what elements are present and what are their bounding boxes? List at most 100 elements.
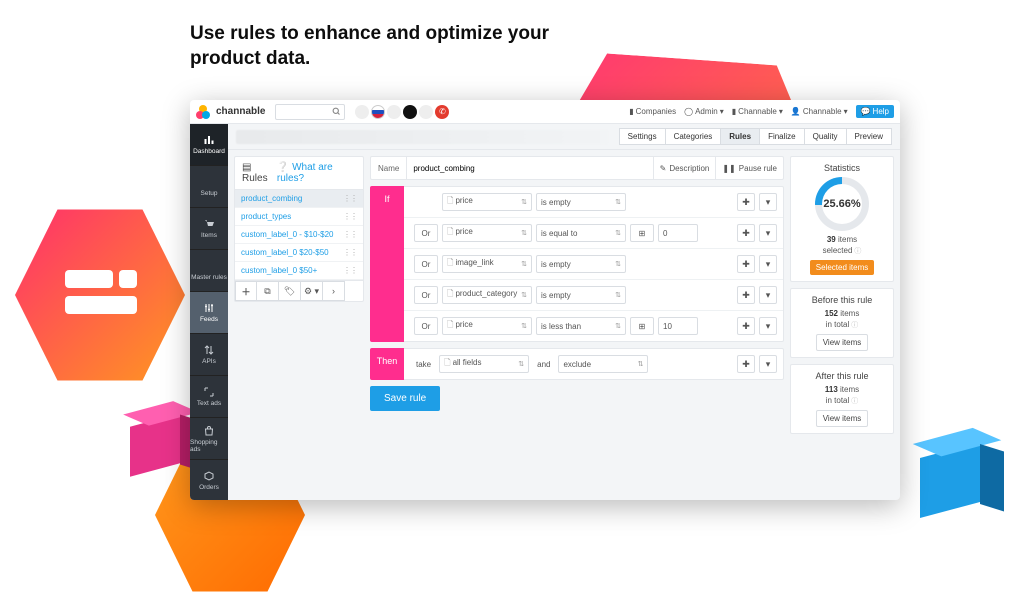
or-chip[interactable]: Or bbox=[414, 255, 438, 273]
sidebar-item-setup[interactable]: Setup bbox=[190, 166, 228, 208]
view-before-items-button[interactable]: View items bbox=[816, 334, 869, 351]
sidebar-label: Dashboard bbox=[193, 148, 225, 155]
what-are-rules-link[interactable]: ❔ What are rules? bbox=[277, 162, 356, 184]
sidebar-label: Orders bbox=[199, 484, 219, 491]
scope-select[interactable]: 🗋all fields⇅ bbox=[439, 355, 529, 373]
rules-title: Rules bbox=[242, 173, 268, 184]
rule-item[interactable]: custom_label_0 $50+⋮⋮ bbox=[235, 262, 363, 280]
description-button[interactable]: ✎ Description bbox=[653, 157, 716, 179]
sidebar-item-dashboard[interactable]: Dashboard bbox=[190, 124, 228, 166]
condition-menu-button[interactable]: ▾ bbox=[759, 317, 777, 335]
operator-select[interactable]: is empty⇅ bbox=[536, 255, 626, 273]
topbar: channable ✆ ▮ Companies ◯ Admin ▾ ▮ Chan… bbox=[190, 100, 900, 124]
field-select[interactable]: 🗋product_category⇅ bbox=[442, 286, 532, 304]
rule-item-label: product_types bbox=[241, 212, 291, 221]
box-icon bbox=[203, 470, 215, 482]
add-condition-button[interactable]: ✚ bbox=[737, 317, 755, 335]
rule-item[interactable]: product_combing⋮⋮ bbox=[235, 190, 363, 208]
rule-drag-icon[interactable]: ⋮⋮ bbox=[343, 230, 357, 239]
rule-drag-icon[interactable]: ⋮⋮ bbox=[343, 194, 357, 203]
nav-user[interactable]: 👤 Channable ▾ bbox=[791, 107, 848, 116]
nav-companies[interactable]: ▮ Companies bbox=[629, 107, 676, 116]
condition-menu-button[interactable]: ▾ bbox=[759, 255, 777, 273]
nav-companies-label: Companies bbox=[636, 107, 676, 116]
channel-circles[interactable]: ✆ bbox=[355, 105, 449, 119]
rule-settings-button[interactable]: ⚙ ▾ bbox=[301, 281, 323, 301]
save-rule-button[interactable]: Save rule bbox=[370, 386, 440, 411]
in-total: in total bbox=[826, 320, 850, 329]
add-condition-button[interactable]: ✚ bbox=[737, 224, 755, 242]
sidebar-label: Items bbox=[201, 232, 217, 239]
step-quality[interactable]: Quality bbox=[804, 128, 847, 145]
add-action-button[interactable]: ✚ bbox=[737, 355, 755, 373]
sidebar-label: APIs bbox=[202, 358, 216, 365]
after-rule-panel: After this rule 113 items in totalⓘ View… bbox=[790, 364, 894, 434]
step-settings[interactable]: Settings bbox=[619, 128, 666, 145]
step-finalize[interactable]: Finalize bbox=[759, 128, 805, 145]
operator-select[interactable]: is less than⇅ bbox=[536, 317, 626, 335]
add-condition-button[interactable]: ✚ bbox=[737, 255, 755, 273]
rule-item[interactable]: product_types ⋮⋮ bbox=[235, 208, 363, 226]
sidebar-item-shopping[interactable]: Shopping ads bbox=[190, 418, 228, 460]
condition-menu-button[interactable]: ▾ bbox=[759, 224, 777, 242]
operator-select[interactable]: is equal to⇅ bbox=[536, 224, 626, 242]
or-chip[interactable]: Or bbox=[414, 317, 438, 335]
tag-rule-button[interactable]: 🏷 bbox=[279, 281, 301, 301]
op-label: is empty bbox=[541, 260, 571, 269]
rule-drag-icon[interactable]: ⋮⋮ bbox=[343, 248, 357, 257]
app-window: channable ✆ ▮ Companies ◯ Admin ▾ ▮ Chan… bbox=[190, 100, 900, 500]
operator-select[interactable]: is empty⇅ bbox=[536, 193, 626, 211]
view-after-items-button[interactable]: View items bbox=[816, 410, 869, 427]
rule-item[interactable]: custom_label_0 - $10-$20⋮⋮ bbox=[235, 226, 363, 244]
condition-menu-button[interactable]: ▾ bbox=[759, 193, 777, 211]
sidebar-item-textads[interactable]: Text ads bbox=[190, 376, 228, 418]
add-rule-button[interactable]: ＋ bbox=[235, 281, 257, 301]
value-input[interactable]: 10 bbox=[658, 317, 698, 335]
field-select[interactable]: 🗋price⇅ bbox=[442, 193, 532, 211]
rule-drag-icon[interactable]: ⋮⋮ bbox=[343, 212, 357, 221]
sidebar-item-feeds[interactable]: Feeds bbox=[190, 292, 228, 334]
action-label: exclude bbox=[563, 360, 591, 369]
nav-project[interactable]: ▮ Channable ▾ bbox=[732, 107, 783, 116]
search-input[interactable] bbox=[275, 104, 345, 120]
rule-name-input[interactable] bbox=[407, 157, 652, 179]
nav-admin[interactable]: ◯ Admin ▾ bbox=[684, 107, 724, 116]
action-menu-button[interactable]: ▾ bbox=[759, 355, 777, 373]
operator-select[interactable]: is empty⇅ bbox=[536, 286, 626, 304]
field-select[interactable]: 🗋price⇅ bbox=[442, 317, 532, 335]
rule-next-button[interactable]: › bbox=[323, 281, 345, 301]
sidebar-label: Master rules bbox=[191, 274, 227, 281]
sidebar-item-items[interactable]: Items bbox=[190, 208, 228, 250]
condition-menu-button[interactable]: ▾ bbox=[759, 286, 777, 304]
rule-drag-icon[interactable]: ⋮⋮ bbox=[343, 266, 357, 275]
sidebar: Dashboard Setup Items Master rules Feeds… bbox=[190, 124, 228, 500]
value-type-button[interactable]: ⊞ bbox=[630, 317, 654, 335]
selected-items-button[interactable]: Selected items bbox=[810, 260, 874, 275]
value-input[interactable]: 0 bbox=[658, 224, 698, 242]
field-select[interactable]: 🗋image_link⇅ bbox=[442, 255, 532, 273]
value-type-button[interactable]: ⊞ bbox=[630, 224, 654, 242]
action-select[interactable]: exclude⇅ bbox=[558, 355, 648, 373]
op-label: is empty bbox=[541, 291, 571, 300]
add-condition-button[interactable]: ✚ bbox=[737, 286, 755, 304]
sidebar-item-orders[interactable]: Orders bbox=[190, 460, 228, 500]
add-condition-button[interactable]: ✚ bbox=[737, 193, 755, 211]
selected-count: 39 bbox=[827, 235, 836, 244]
and-label: and bbox=[537, 360, 550, 369]
help-button[interactable]: 💬 Help bbox=[856, 105, 894, 118]
sidebar-item-master-rules[interactable]: Master rules bbox=[190, 250, 228, 292]
or-chip[interactable]: Or bbox=[414, 286, 438, 304]
field-label: price bbox=[455, 227, 472, 236]
rule-item[interactable]: custom_label_0 $20-$50⋮⋮ bbox=[235, 244, 363, 262]
desc-label: Description bbox=[669, 164, 709, 173]
step-rules[interactable]: Rules bbox=[720, 128, 760, 145]
step-preview[interactable]: Preview bbox=[846, 128, 892, 145]
or-chip[interactable]: Or bbox=[414, 224, 438, 242]
sidebar-label: Setup bbox=[201, 190, 218, 197]
field-select[interactable]: 🗋price⇅ bbox=[442, 224, 532, 242]
copy-rule-button[interactable]: ⧉ bbox=[257, 281, 279, 301]
pause-rule-button[interactable]: ❚❚ Pause rule bbox=[715, 157, 783, 179]
step-categories[interactable]: Categories bbox=[665, 128, 722, 145]
statistics-panel: Statistics 25.66% 39 items selectedⓘ Sel… bbox=[790, 156, 894, 282]
sidebar-item-apis[interactable]: APIs bbox=[190, 334, 228, 376]
